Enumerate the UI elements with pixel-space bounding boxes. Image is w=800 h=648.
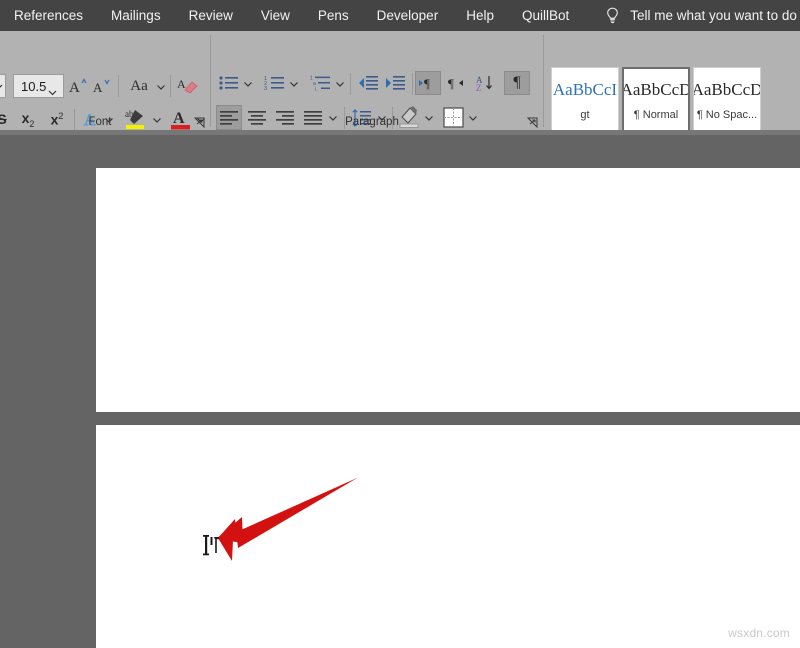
chevron-down-icon[interactable] [156,82,166,92]
svg-text:¶: ¶ [448,76,454,91]
ribbon-tab-bar: References Mailings Review View Pens Dev… [0,0,800,31]
svg-text:A: A [177,77,186,91]
tab-help[interactable]: Help [452,0,508,31]
multilevel-list-button[interactable]: 1 a i. [308,71,334,95]
svg-text:A: A [93,80,103,95]
decrease-indent-button[interactable] [355,71,381,95]
style-name: ¶ Normal [634,109,678,121]
tab-label: Help [466,8,494,23]
style-sample: AaBbCcD [622,81,690,100]
styles-gallery: AaBbCcI gt AaBbCcD ¶ Normal AaBbCcD ¶ No… [551,67,764,135]
chevron-down-icon [0,82,4,92]
svg-text:A: A [69,80,80,95]
tab-references[interactable]: References [0,0,97,31]
paragraph-dialog-launcher[interactable] [527,115,538,126]
tell-me-label: Tell me what you want to do [630,8,797,23]
tab-label: Pens [318,8,349,23]
tab-review[interactable]: Review [175,0,247,31]
font-name-combo[interactable] [0,74,6,98]
shrink-font-button[interactable]: A [90,74,114,98]
style-sample: AaBbCcI [553,81,617,100]
tell-me-search[interactable]: Tell me what you want to do [605,7,797,24]
tab-developer[interactable]: Developer [363,0,453,31]
numbering-button[interactable]: 1 2 3 [262,71,288,95]
style-tile-normal[interactable]: AaBbCcD ¶ Normal [622,67,690,135]
ribbon-bottom-shadow [0,130,800,135]
tab-label: View [261,8,290,23]
style-sample: AaBbCcD [693,81,761,100]
tab-label: Mailings [111,8,161,23]
change-case-label: Aa [130,79,148,94]
chevron-down-icon[interactable] [289,79,299,89]
svg-text:3: 3 [264,86,267,92]
clear-formatting-button[interactable]: A [175,74,201,98]
chevron-down-icon [48,84,57,102]
tab-pens[interactable]: Pens [304,0,363,31]
show-hide-formatting-marks-button[interactable]: ¶ [504,71,530,95]
chevron-down-icon[interactable] [243,79,253,89]
document-canvas[interactable]: wsxdn.com [0,130,800,648]
style-name: ¶ No Spac... [697,109,757,121]
sort-button[interactable]: A Z [472,71,498,95]
site-watermark: wsxdn.com [728,626,790,640]
grow-font-button[interactable]: A [66,74,90,98]
font-dialog-launcher[interactable] [194,115,205,126]
tab-label: Developer [377,8,439,23]
tab-quillbot[interactable]: QuillBot [508,0,583,31]
svg-text:i.: i. [315,87,318,93]
tab-label: Review [189,8,233,23]
tab-label: QuillBot [522,8,569,23]
style-tile-no-spacing[interactable]: AaBbCcD ¶ No Spac... [693,67,761,135]
bullets-button[interactable] [216,71,242,95]
word-window: References Mailings Review View Pens Dev… [0,0,800,648]
ribbon: 10.5 A A Aa [0,31,800,130]
svg-text:Z: Z [476,83,482,93]
increase-indent-button[interactable] [382,71,408,95]
tab-view[interactable]: View [247,0,304,31]
pilcrow-icon: ¶ [513,75,520,91]
paragraph-group-label: Paragraph [212,116,532,128]
font-size-value: 10.5 [14,79,46,94]
page-1[interactable] [96,168,800,412]
svg-text:¶: ¶ [424,76,430,91]
change-case-button[interactable]: Aa [123,74,155,98]
font-group-label: Font [0,116,200,128]
tab-mailings[interactable]: Mailings [97,0,175,31]
style-name: gt [580,109,589,121]
text-cursor-with-pilcrow [203,534,225,556]
lightbulb-icon [605,7,620,24]
right-to-left-text-direction-button[interactable]: ¶ [442,71,468,95]
font-size-combo[interactable]: 10.5 [13,74,64,98]
chevron-down-icon[interactable] [335,79,345,89]
style-tile-gt[interactable]: AaBbCcI gt [551,67,619,135]
tab-label: References [14,8,83,23]
left-to-right-text-direction-button[interactable]: ¶ [415,71,441,95]
